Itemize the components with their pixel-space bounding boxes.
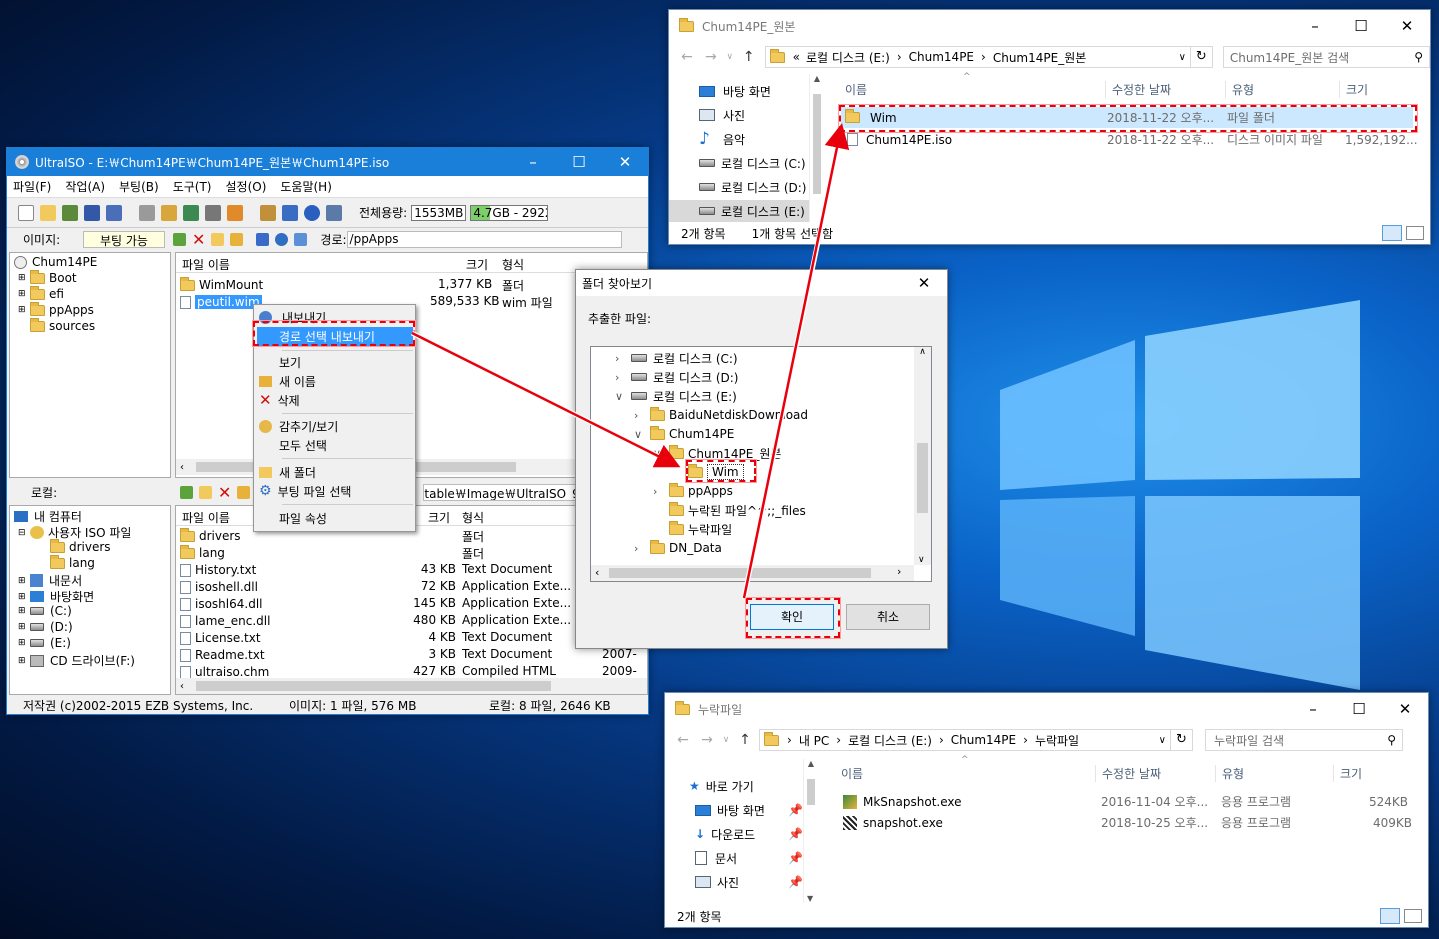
- arrow-to-browse-dialog: [411, 331, 681, 468]
- annotation-arrows: [410, 123, 850, 599]
- arrow-to-wim-folder: [742, 123, 850, 599]
